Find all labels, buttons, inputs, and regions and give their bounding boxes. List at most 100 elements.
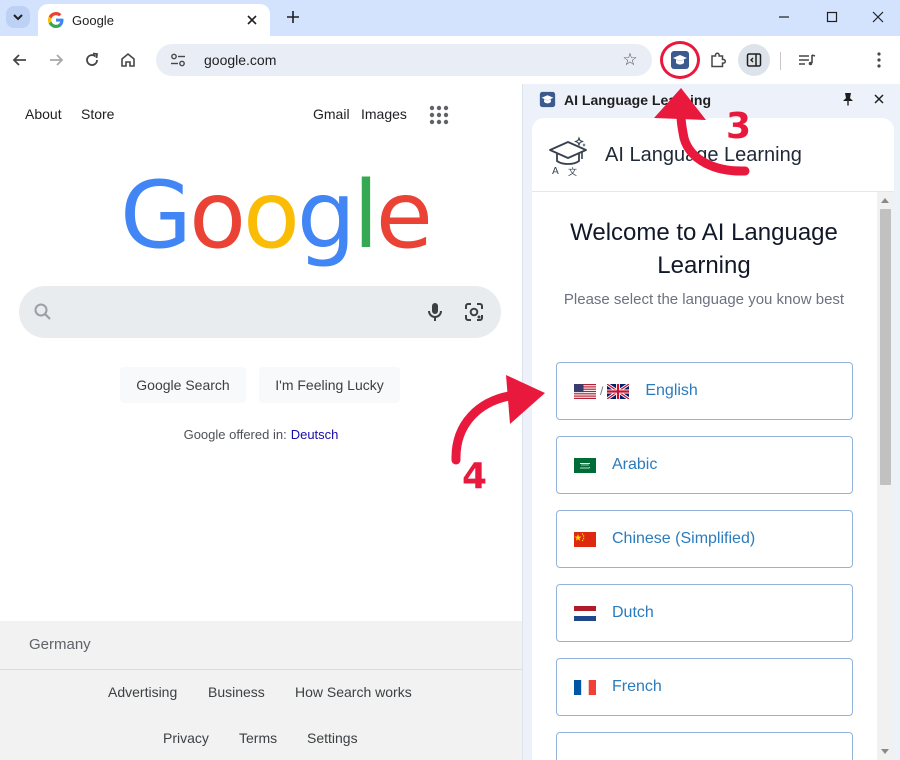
terms-link[interactable]: Terms [239, 730, 277, 746]
back-button[interactable] [6, 46, 34, 74]
search-icon [34, 303, 51, 320]
google-lens-icon[interactable] [462, 300, 486, 324]
netherlands-flag-icon [574, 605, 596, 621]
side-panel-scrollbar[interactable] [877, 192, 894, 760]
minimize-icon [779, 16, 789, 18]
language-french-button[interactable]: French [556, 658, 853, 716]
uk-flag-icon [607, 383, 630, 399]
side-panel-icon [746, 53, 762, 67]
extensions-button[interactable] [704, 46, 732, 74]
close-icon [872, 11, 884, 23]
bookmark-star-icon[interactable]: ☆ [620, 50, 640, 70]
tab-title: Google [72, 12, 114, 28]
chevron-down-icon [13, 14, 23, 21]
reload-icon [86, 52, 99, 66]
url-text: google.com [204, 52, 277, 68]
logo-letter: G [120, 161, 192, 269]
language-dutch-button[interactable]: Dutch [556, 584, 853, 642]
title-bar: Google [0, 0, 900, 36]
logo-letter: l [352, 161, 379, 269]
playlist-icon [799, 54, 816, 66]
app-title: AI Language Learning [605, 144, 802, 166]
deutsch-link[interactable]: Deutsch [291, 427, 339, 442]
offered-in-label: Google offered in: [183, 427, 287, 442]
home-icon [121, 52, 135, 67]
home-button[interactable] [114, 46, 142, 74]
ai-language-learning-extension-button[interactable] [660, 41, 700, 79]
google-search-button[interactable]: Google Search [120, 367, 246, 403]
logo-letter: o [189, 161, 246, 269]
microphone-icon[interactable] [423, 300, 447, 324]
close-icon [874, 94, 884, 104]
step-4-number: 4 [462, 456, 488, 497]
us-flag-icon [574, 383, 596, 399]
close-window-button[interactable] [864, 4, 892, 30]
reading-list-button[interactable] [793, 46, 821, 74]
forward-button[interactable] [42, 46, 70, 74]
scrollbar-thumb[interactable] [880, 209, 891, 485]
footer-country: Germany [29, 636, 91, 653]
language-label: English [645, 382, 698, 399]
language-label: Chinese (Simplified) [612, 530, 756, 547]
language-next-button-partial[interactable] [556, 732, 853, 760]
extension-card: A 文 AI Language Learning Welcome to AI L… [532, 118, 894, 760]
offered-in-text: Google offered in: Deutsch [0, 427, 522, 442]
language-label: Dutch [612, 604, 654, 621]
tab-search-button[interactable] [6, 6, 30, 28]
language-selection: Welcome to AI Language Learning Please s… [532, 192, 876, 760]
google-logo: Google [120, 160, 433, 270]
google-apps-icon[interactable] [428, 104, 450, 126]
france-flag-icon [574, 679, 596, 695]
tab-close-button[interactable] [242, 10, 262, 30]
google-homepage: About Store Gmail Images Google Google S… [0, 84, 522, 760]
side-panel-close-button[interactable] [870, 89, 888, 109]
images-link[interactable]: Images [361, 106, 407, 122]
side-panel: AI Language Learning A 文 AI Language Lea… [522, 84, 900, 760]
language-english-button[interactable]: / English [556, 362, 853, 420]
feeling-lucky-button[interactable]: I'm Feeling Lucky [259, 367, 400, 403]
side-panel-button[interactable] [738, 44, 770, 76]
saudi-flag-icon [574, 457, 596, 473]
language-arabic-button[interactable]: Arabic [556, 436, 853, 494]
ai-language-logo-icon: A 文 [549, 136, 587, 176]
new-tab-button[interactable] [282, 6, 304, 28]
logo-letter: e [375, 161, 433, 269]
side-panel-header: AI Language Learning [523, 84, 900, 116]
arrow-left-icon [12, 54, 26, 66]
google-footer: Germany Advertising Business How Search … [0, 621, 522, 760]
app-header: A 文 AI Language Learning [532, 118, 894, 192]
minimize-button[interactable] [770, 4, 798, 30]
address-bar[interactable]: google.com ☆ [156, 44, 652, 76]
svg-text:文: 文 [568, 166, 577, 176]
about-link[interactable]: About [25, 106, 62, 122]
reload-button[interactable] [78, 46, 106, 74]
browser-toolbar: google.com ☆ [0, 36, 900, 84]
toolbar-separator [780, 52, 781, 70]
advertising-link[interactable]: Advertising [108, 684, 177, 700]
menu-button[interactable] [865, 46, 893, 74]
gmail-link[interactable]: Gmail [313, 106, 350, 122]
google-g-icon [48, 12, 64, 28]
puzzle-icon [711, 52, 727, 68]
plus-icon [287, 11, 299, 23]
store-link[interactable]: Store [81, 106, 114, 122]
language-label: Arabic [612, 456, 658, 473]
settings-link[interactable]: Settings [307, 730, 358, 746]
language-chinese-button[interactable]: Chinese (Simplified) [556, 510, 853, 568]
how-search-works-link[interactable]: How Search works [295, 684, 412, 700]
business-link[interactable]: Business [208, 684, 265, 700]
language-label: French [612, 678, 662, 695]
pin-icon [843, 93, 853, 106]
search-input[interactable] [19, 286, 501, 338]
pin-button[interactable] [839, 90, 857, 108]
close-icon [247, 15, 257, 25]
maximize-button[interactable] [818, 4, 846, 30]
privacy-link[interactable]: Privacy [163, 730, 209, 746]
tab-google[interactable]: Google [38, 4, 270, 36]
scroll-up-arrow[interactable] [881, 198, 889, 203]
arrow-right-icon [50, 54, 64, 66]
site-settings-icon[interactable] [168, 50, 188, 70]
side-panel-title: AI Language Learning [564, 92, 712, 108]
highlight-ring [660, 41, 700, 79]
scroll-down-arrow[interactable] [881, 749, 889, 754]
